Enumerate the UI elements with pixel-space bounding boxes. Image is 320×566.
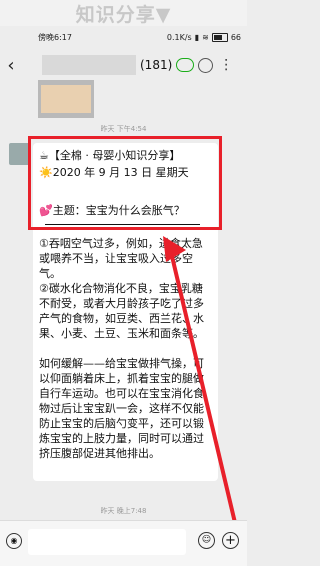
emoji-icon[interactable]: ☺: [198, 532, 215, 549]
voice-icon[interactable]: ◉: [6, 533, 22, 549]
message-input[interactable]: [28, 529, 186, 555]
plus-icon[interactable]: +: [222, 532, 239, 549]
annotation-arrow: [163, 236, 238, 528]
input-bar: ◉ ☺ +: [0, 520, 247, 566]
timestamp-2: 昨天 晚上7:48: [100, 507, 147, 515]
